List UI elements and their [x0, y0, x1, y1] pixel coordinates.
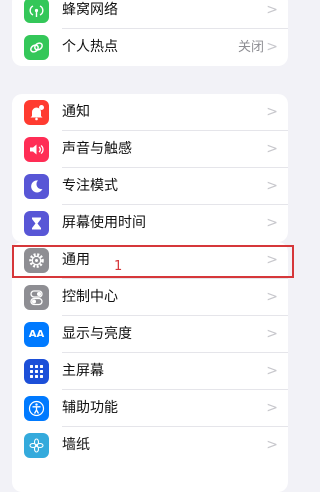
settings-row-home-screen[interactable]: 主屏幕 >	[12, 353, 288, 390]
settings-row-screen-time[interactable]: 屏幕使用时间 >	[12, 205, 288, 242]
settings-row-label: 声音与触感	[62, 141, 132, 157]
chevron-right-icon: >	[266, 289, 278, 305]
settings-group-network: 蜂窝网络 > 个人热点 关闭 >	[12, 0, 288, 66]
settings-group-notifications: 通知 > 声音与触感 > 专注模式 > 屏幕使用时间 >	[12, 94, 288, 242]
hourglass-icon	[24, 211, 49, 236]
settings-row-label: 蜂窝网络	[62, 2, 118, 18]
settings-row-label: 主屏幕	[62, 363, 104, 379]
moon-icon	[24, 174, 49, 199]
settings-row-label: 屏幕使用时间	[62, 215, 146, 231]
settings-row-personal-hotspot[interactable]: 个人热点 关闭 >	[12, 29, 288, 66]
chevron-right-icon: >	[266, 400, 278, 416]
step-number-annotation: 1	[114, 259, 123, 274]
speaker-icon	[24, 137, 49, 162]
aa-glyph: AA	[28, 329, 45, 340]
toggle-switches-icon	[24, 285, 49, 310]
chevron-right-icon: >	[266, 326, 278, 342]
settings-row-label: 辅助功能	[62, 400, 118, 416]
settings-row-label: 控制中心	[62, 289, 118, 305]
settings-row-notifications[interactable]: 通知 >	[12, 94, 288, 131]
app-grid-icon	[24, 359, 49, 384]
settings-row-focus[interactable]: 专注模式 >	[12, 168, 288, 205]
settings-row-label: 通知	[62, 104, 90, 120]
flower-icon	[24, 433, 49, 458]
hotspot-status-value: 关闭	[237, 40, 264, 55]
accessibility-person-icon	[24, 396, 49, 421]
settings-row-label: 显示与亮度	[62, 326, 132, 342]
settings-row-sounds-haptics[interactable]: 声音与触感 >	[12, 131, 288, 168]
settings-row-label: 专注模式	[62, 178, 118, 194]
chevron-right-icon: >	[266, 252, 278, 268]
chevron-right-icon: >	[266, 363, 278, 379]
settings-row-general[interactable]: 通用 >	[12, 242, 288, 279]
chevron-right-icon: >	[266, 2, 278, 18]
settings-row-control-center[interactable]: 控制中心 >	[12, 279, 288, 316]
settings-row-wallpaper[interactable]: 墙纸 >	[12, 427, 288, 464]
settings-group-general: 通用 > 控制中心 > AA 显示与亮度 > 主屏幕 > 辅助功能 > 墙纸 >	[12, 242, 288, 492]
chevron-right-icon: >	[266, 215, 278, 231]
chevron-right-icon: >	[266, 437, 278, 453]
chevron-right-icon: >	[266, 178, 278, 194]
settings-row-label: 个人热点	[62, 39, 118, 55]
chevron-right-icon: >	[266, 39, 278, 55]
aa-text-icon: AA	[24, 322, 49, 347]
bell-badge-icon	[24, 100, 49, 125]
settings-row-accessibility[interactable]: 辅助功能 >	[12, 390, 288, 427]
settings-row-label: 通用	[62, 252, 90, 268]
chevron-right-icon: >	[266, 141, 278, 157]
gear-icon	[24, 248, 49, 273]
settings-row-label: 墙纸	[62, 437, 90, 453]
personal-hotspot-link-icon	[24, 35, 49, 60]
cellular-antenna-icon	[24, 0, 49, 23]
chevron-right-icon: >	[266, 104, 278, 120]
settings-row-display-brightness[interactable]: AA 显示与亮度 >	[12, 316, 288, 353]
settings-row-cellular[interactable]: 蜂窝网络 >	[12, 0, 288, 29]
